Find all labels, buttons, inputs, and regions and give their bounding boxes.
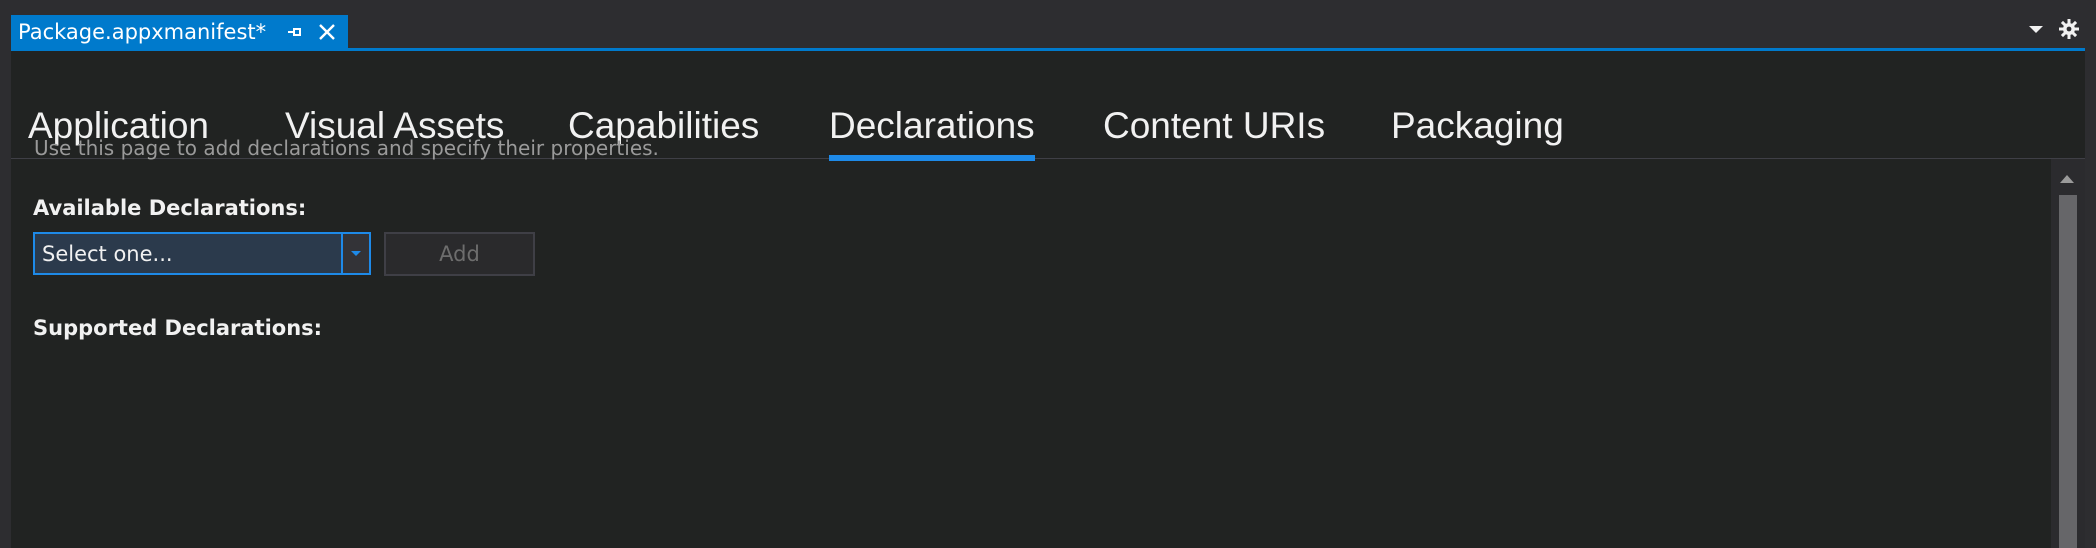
scrollbar-thumb[interactable]	[2059, 195, 2077, 548]
select-value: Select one...	[42, 241, 173, 266]
add-declaration-button[interactable]: Add	[384, 232, 535, 276]
scroll-up-arrow-icon[interactable]	[2057, 171, 2077, 187]
pin-icon[interactable]	[284, 21, 306, 43]
chevron-down-icon[interactable]	[2024, 20, 2048, 40]
tab-declarations[interactable]: Declarations	[829, 105, 1035, 161]
gear-icon[interactable]	[2056, 16, 2082, 42]
document-tab-package-appxmanifest[interactable]: Package.appxmanifest*	[11, 15, 348, 49]
close-icon[interactable]	[314, 19, 340, 45]
page-description: Use this page to add declarations and sp…	[34, 136, 659, 160]
vertical-scrollbar[interactable]	[2051, 159, 2085, 548]
available-declarations-select[interactable]: Select one...	[33, 232, 371, 275]
chevron-down-icon[interactable]	[341, 234, 369, 273]
tab-content-uris[interactable]: Content URIs	[1103, 105, 1325, 147]
available-declarations-label: Available Declarations:	[33, 196, 307, 220]
tab-packaging[interactable]: Packaging	[1391, 105, 1564, 147]
document-tab-well: Package.appxmanifest*	[0, 0, 2096, 52]
document-tab-title: Package.appxmanifest*	[18, 20, 267, 44]
manifest-editor: Application Visual Assets Capabilities D…	[11, 51, 2085, 548]
supported-declarations-label: Supported Declarations:	[33, 316, 323, 340]
declarations-page: Use this page to add declarations and sp…	[11, 136, 2051, 548]
